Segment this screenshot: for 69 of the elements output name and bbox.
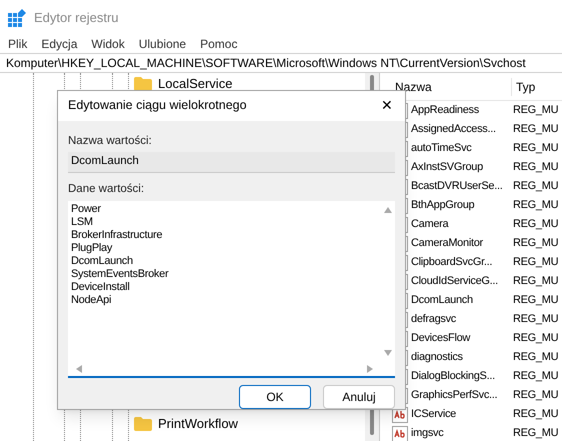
value-data-line: LSM xyxy=(71,216,94,229)
value-name[interactable]: BcastDVRUserSe... xyxy=(411,178,502,195)
scroll-down-icon[interactable] xyxy=(384,350,392,356)
value-data-line: Power xyxy=(71,203,102,216)
value-type: REG_MU xyxy=(513,426,558,441)
folder-icon xyxy=(134,417,152,431)
value-data-line: DeviceInstall xyxy=(71,281,130,294)
value-type: REG_MU xyxy=(513,141,558,156)
value-name[interactable]: BthAppGroup xyxy=(411,197,474,214)
menu-item[interactable]: Ulubione xyxy=(138,34,186,52)
menu-item[interactable]: Edycja xyxy=(41,34,78,52)
value-name[interactable]: CloudIdServiceG... xyxy=(411,273,498,290)
value-name-field[interactable]: DcomLaunch xyxy=(68,152,395,173)
value-name[interactable]: DialogBlockingS... xyxy=(411,368,495,385)
field-label: Nazwa wartości: xyxy=(68,134,153,148)
value-type: REG_MU xyxy=(513,103,558,118)
column-header[interactable]: Typ xyxy=(512,78,536,96)
value-name[interactable]: AxInstSVGroup xyxy=(411,159,483,176)
dialog-button[interactable]: Anuluj xyxy=(323,385,395,409)
scroll-left-icon[interactable] xyxy=(76,365,82,373)
window-title: Edytor rejestru xyxy=(34,8,119,27)
app-icon xyxy=(8,8,26,26)
value-name[interactable]: AssignedAccess... xyxy=(411,121,496,138)
value-name[interactable]: ICService xyxy=(411,406,456,423)
tree-item[interactable]: PrintWorkflow xyxy=(158,414,238,434)
value-type: REG_MU xyxy=(513,293,558,308)
menu-item[interactable]: Widok xyxy=(91,34,125,52)
scroll-up-icon[interactable] xyxy=(384,207,392,213)
menu-item[interactable]: Plik xyxy=(8,34,28,52)
value-data-line: NodeApi xyxy=(71,294,112,307)
close-button[interactable]: ✕ xyxy=(377,96,397,116)
value-name[interactable]: diagnostics xyxy=(411,349,463,366)
value-data-line: BrokerInfrastructure xyxy=(71,229,164,242)
tree-item[interactable]: LocalService xyxy=(158,74,232,94)
value-type: REG_MU xyxy=(513,350,558,366)
dialog-title: Edytowanie ciągu wielokrotnego xyxy=(68,97,247,114)
value-type: REG_MU xyxy=(513,369,558,384)
value-type: REG_MU xyxy=(513,198,558,214)
dialog-button[interactable]: OK xyxy=(239,385,311,409)
field-label: Dane wartości: xyxy=(68,182,146,197)
value-name[interactable]: defragsvc xyxy=(411,311,456,328)
value-type: REG_MU xyxy=(513,274,558,290)
address-bar[interactable]: Komputer\HKEY_LOCAL_MACHINE\SOFTWARE\Microsoft\Windows NT\CurrentVersion\Svchost xyxy=(0,53,562,73)
value-type: REG_MU xyxy=(513,179,558,194)
value-data-line: SystemEventsBroker xyxy=(71,268,170,281)
value-name[interactable]: CameraMonitor xyxy=(411,235,483,252)
menu-item[interactable]: Pomoc xyxy=(200,34,238,52)
value-type: REG_MU xyxy=(513,331,558,346)
value-name[interactable]: imgsvc xyxy=(411,425,444,441)
value-type: REG_MU xyxy=(513,236,558,252)
folder-icon xyxy=(134,77,152,91)
value-name[interactable]: DevicesFlow xyxy=(411,330,470,347)
value-name[interactable]: ClipboardSvcGr... xyxy=(411,254,492,271)
value-type: REG_MU xyxy=(513,217,558,232)
value-type: REG_MU xyxy=(513,160,558,176)
value-type: REG_MU xyxy=(513,407,558,422)
value-data-line: DcomLaunch xyxy=(71,255,134,268)
value-type: REG_MU xyxy=(513,312,558,328)
value-data-field[interactable]: Power LSM BrokerInfrastructure PlugPlay DcomLaunch SystemEventsBroker DeviceInstall NodeApi xyxy=(68,201,395,378)
scroll-right-icon[interactable] xyxy=(367,365,373,373)
value-type: REG_MU xyxy=(513,122,558,138)
value-name[interactable]: DcomLaunch xyxy=(411,292,473,309)
value-name[interactable]: AppReadiness xyxy=(411,102,479,119)
value-name[interactable]: GraphicsPerfSvc... xyxy=(411,387,498,404)
value-data-line: PlugPlay xyxy=(71,242,114,255)
value-name[interactable]: Camera xyxy=(411,216,448,233)
value-name[interactable]: autoTimeSvc xyxy=(411,140,472,157)
value-type: REG_MU xyxy=(513,388,558,404)
value-type: REG_MU xyxy=(513,255,558,270)
